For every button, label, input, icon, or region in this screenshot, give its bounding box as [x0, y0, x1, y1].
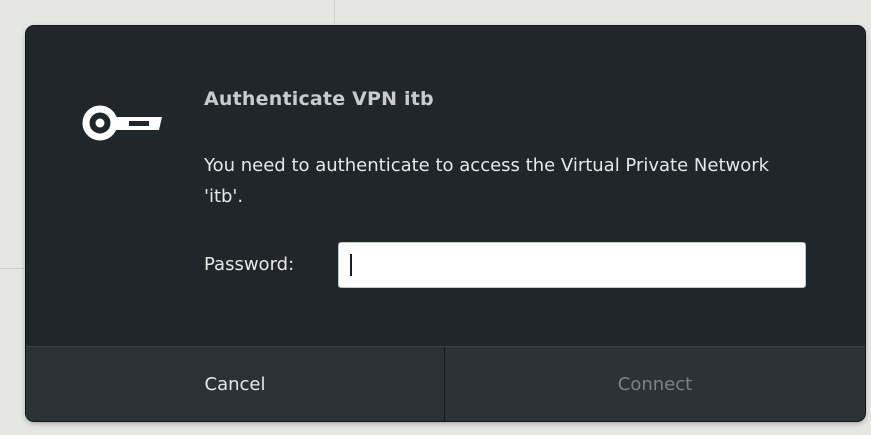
vpn-auth-dialog: Authenticate VPN itb You need to authent…: [26, 26, 865, 421]
dialog-title: Authenticate VPN itb: [204, 88, 434, 110]
background-divider: [334, 0, 335, 24]
dialog-button-bar: Cancel Connect: [26, 346, 865, 421]
dialog-message: You need to authenticate to access the V…: [204, 155, 770, 207]
password-input[interactable]: [338, 242, 806, 288]
background-divider: [0, 268, 26, 269]
key-icon: [82, 105, 162, 141]
cancel-button[interactable]: Cancel: [26, 347, 445, 421]
password-label: Password:: [204, 254, 295, 275]
connect-button[interactable]: Connect: [445, 347, 865, 421]
